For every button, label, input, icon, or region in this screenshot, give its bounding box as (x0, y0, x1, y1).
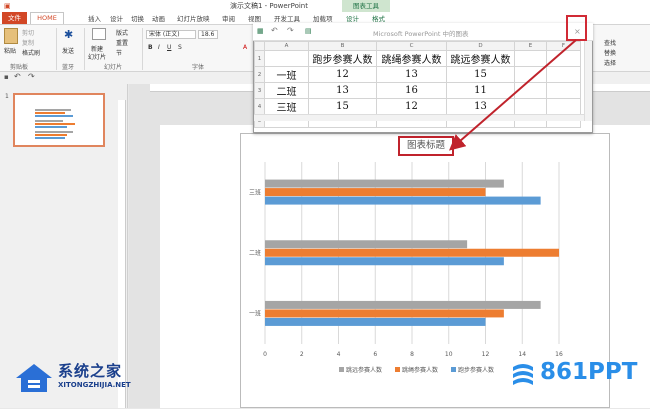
861ppt-logo-icon (513, 364, 533, 385)
xitongzhijia-watermark: 系统之家 XITONGZHIJIA.NET (14, 358, 169, 394)
watermark-cn-text: 系统之家 (58, 362, 123, 380)
house-logo-icon (16, 364, 52, 392)
watermark-en-text: XITONGZHIJIA.NET (58, 381, 131, 389)
861ppt-watermark: 861PPT (510, 358, 650, 392)
watermark-861ppt-text: 861PPT (540, 359, 638, 385)
annotation-arrow (448, 39, 577, 151)
